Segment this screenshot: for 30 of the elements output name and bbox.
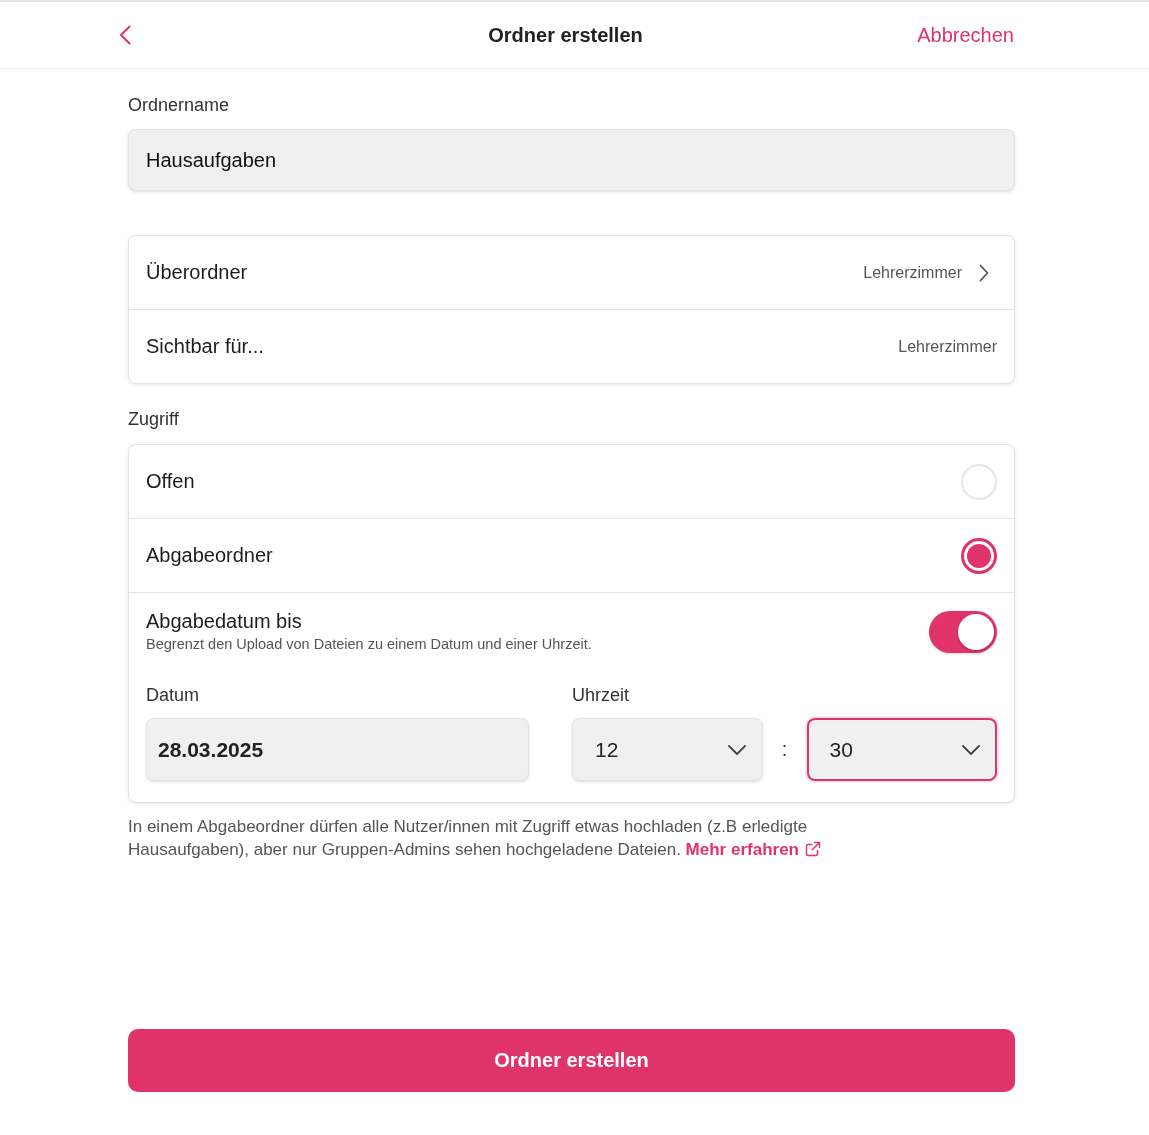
toggle-switch[interactable] [929, 610, 997, 653]
field-label: Uhrzeit [572, 684, 629, 707]
chevron-right-icon [979, 263, 989, 282]
info-text: In einem Abgabeordner dürfen alle Nutzer/innen mit Zugriff etwas hochladen (z.B erledigte Hausaufgaben), aber nur Gruppen-Admins sehen hochgeladene Dateien. Mehr erfahren [128, 815, 928, 861]
time-separator: : [781, 738, 788, 761]
option-label[interactable]: Abgabeordner [146, 544, 273, 567]
submit-button[interactable]: Ordner erstellen [128, 1029, 1015, 1092]
date-input[interactable]: 28.03.2025 [146, 718, 529, 781]
learn-more-link[interactable]: Mehr erfahren [685, 840, 821, 859]
cancel-button[interactable]: Abbrechen [917, 23, 1014, 47]
row-value: Lehrerzimmer [863, 263, 962, 282]
external-link-icon [805, 841, 821, 857]
deadline-title: Abgabedatum bis [146, 609, 302, 633]
field-label: Ordnername [128, 94, 230, 117]
chevron-down-icon [727, 744, 746, 755]
chevron-down-icon [962, 744, 980, 755]
option-label[interactable]: Offen [146, 470, 195, 493]
back-button[interactable] [117, 23, 133, 47]
field-label: Datum [146, 684, 199, 707]
chevron-left-icon [119, 25, 131, 45]
row-label[interactable]: Überordner [146, 261, 248, 284]
folder-name-input[interactable]: Hausaufgaben [128, 129, 1015, 191]
page-title: Ordner erstellen [488, 23, 643, 47]
row-value: Lehrerzimmer [898, 337, 997, 356]
section-label: Zugriff [128, 408, 179, 431]
minute-select[interactable]: 30 [806, 718, 997, 781]
deadline-description: Begrenzt den Upload von Dateien zu einem Datum und einer Uhrzeit. [146, 635, 592, 654]
row-label: Sichtbar für... [146, 335, 264, 358]
radio-button[interactable] [961, 537, 997, 574]
hour-select[interactable]: 12 [572, 718, 763, 781]
